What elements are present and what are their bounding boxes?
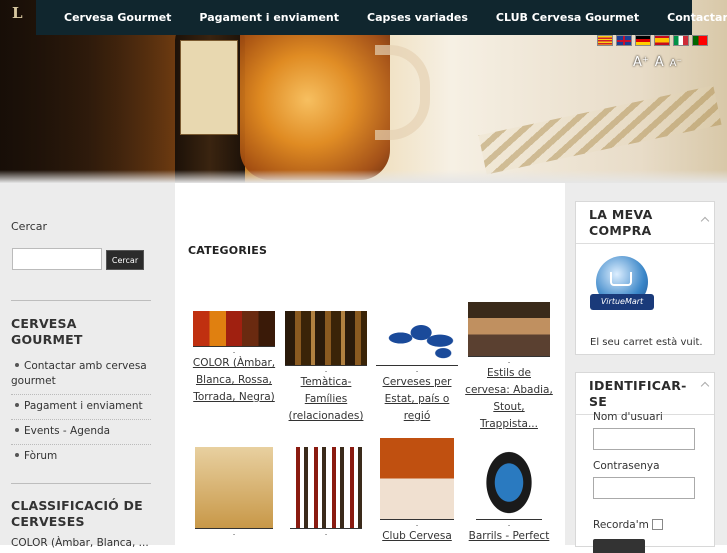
font-reset-button[interactable]: A [655, 55, 664, 70]
separator-dot: . [324, 528, 328, 537]
virtuemart-wordmark: VirtueMart [590, 294, 654, 310]
nav-capses-variades[interactable]: Capses variades [353, 11, 482, 24]
left-menu: Contactar amb cervesa gourmet Pagament i… [11, 355, 151, 469]
category-color[interactable]: . COLOR (Àmbar, Blanca, Rossa, Torrada, … [189, 311, 279, 406]
username-input[interactable] [593, 428, 695, 450]
category-estils[interactable]: . Estils de cervesa: Abadia, Stout, Trap… [464, 302, 554, 433]
flag-catalan-icon[interactable] [597, 35, 613, 46]
category-label[interactable]: COLOR (Àmbar, Blanca, Rossa, Torrada, Ne… [189, 355, 279, 406]
separator-dot: . [507, 356, 511, 365]
username-label: Nom d'usuari [593, 411, 663, 423]
nav-cervesa-gourmet[interactable]: Cervesa Gourmet [36, 11, 185, 24]
right-sidebar: LA MEVA COMPRA VirtueMart El seu carret … [565, 183, 727, 553]
menu-item-contactar[interactable]: Contactar amb cervesa gourmet [11, 355, 151, 395]
banner-beer-glass-image [240, 20, 390, 180]
category-label[interactable]: Temàtica-Famílies (relacionades) [281, 374, 371, 425]
flag-portugal-icon[interactable] [692, 35, 708, 46]
module-title-classificacio: CLASSIFICACIÓ DE CERVESES [11, 498, 143, 529]
remember-checkbox[interactable] [652, 519, 663, 530]
category-label[interactable]: Club Cervesa [372, 528, 462, 545]
font-increase-button[interactable]: A⁺ [633, 55, 649, 70]
banner-wheat-image [478, 85, 722, 175]
cart-icon [610, 272, 632, 286]
category-estat-pais[interactable]: . Cerveses per Estat, país o regió [372, 311, 462, 425]
bullet-icon [15, 453, 19, 457]
beer-keg-image [476, 438, 542, 520]
categories-heading: CATEGORIES [188, 244, 268, 257]
bullet-icon [15, 363, 19, 367]
menu-item-label: Events - Agenda [24, 425, 111, 437]
menu-item-events[interactable]: Events - Agenda [11, 420, 151, 445]
classification-first-item[interactable]: COLOR (Àmbar, Blanca, ... [11, 537, 149, 549]
flag-germany-icon[interactable] [635, 35, 651, 46]
beer-colors-image [193, 311, 275, 347]
category-label[interactable]: Barrils - Perfect [464, 528, 554, 545]
divider [11, 483, 151, 484]
chevron-collapse-icon[interactable] [700, 216, 710, 226]
brand-logo[interactable]: L [12, 4, 23, 22]
gift-box-image [195, 447, 273, 529]
separator-dot: . [507, 519, 511, 528]
category-bottle-lineup[interactable]: . [281, 447, 371, 537]
nav-contactar[interactable]: Contactar [653, 11, 727, 24]
banner-glass-handle [375, 45, 430, 140]
login-module: IDENTIFICAR-SE Nom d'usuari Contrasenya … [575, 372, 715, 553]
cart-module: LA MEVA COMPRA VirtueMart El seu carret … [575, 201, 715, 355]
separator-dot: . [232, 346, 236, 355]
top-navigation: Cervesa Gourmet Pagament i enviament Cap… [36, 0, 727, 35]
divider [11, 300, 151, 301]
bottle-lineup-image [290, 447, 362, 529]
club-pack-image [380, 438, 454, 520]
font-size-controls: A⁺ A A⁻ [633, 55, 682, 70]
category-label[interactable]: Estils de cervesa: Abadia, Stout, Trappi… [464, 365, 554, 433]
cart-title-text: LA MEVA COMPRA [589, 207, 653, 238]
world-map-image [376, 311, 458, 366]
separator-dot: . [324, 365, 328, 374]
beer-bottles-image [285, 311, 367, 366]
font-decrease-button[interactable]: A⁻ [670, 58, 682, 69]
flag-uk-icon[interactable] [616, 35, 632, 46]
flag-spain-icon[interactable] [654, 35, 670, 46]
login-title: IDENTIFICAR-SE [576, 373, 714, 415]
login-title-text: IDENTIFICAR-SE [589, 378, 687, 409]
banner-bottle-label [180, 40, 238, 135]
category-gift-boxes[interactable]: . [189, 447, 279, 537]
login-button[interactable] [593, 539, 645, 553]
cart-title: LA MEVA COMPRA [576, 202, 714, 244]
main-content: CATEGORIES . COLOR (Àmbar, Blanca, Rossa… [175, 183, 565, 545]
password-input[interactable] [593, 477, 695, 499]
search-input[interactable] [12, 248, 102, 270]
category-club[interactable]: . Club Cervesa [372, 438, 462, 545]
remember-label: Recorda'm [593, 519, 649, 531]
menu-item-label: Pagament i enviament [24, 400, 143, 412]
cart-empty-text: El seu carret està vuit. [590, 337, 703, 348]
bullet-icon [15, 428, 19, 432]
bullet-icon [15, 403, 19, 407]
left-sidebar: Cercar Cercar CERVESA GOURMET Contactar … [0, 183, 175, 549]
separator-dot: . [232, 528, 236, 537]
language-switcher [597, 35, 708, 46]
nav-club-cervesa-gourmet[interactable]: CLUB Cervesa Gourmet [482, 11, 653, 24]
virtuemart-logo[interactable]: VirtueMart [590, 256, 654, 314]
category-barrils[interactable]: . Barrils - Perfect [464, 438, 554, 545]
search-title: Cercar [11, 220, 48, 233]
module-title-cervesa-gourmet: CERVESA GOURMET [11, 316, 83, 347]
chevron-collapse-icon[interactable] [700, 381, 710, 391]
bar-taps-image [468, 302, 550, 357]
category-label[interactable]: Cerveses per Estat, país o regió [372, 374, 462, 425]
menu-item-forum[interactable]: Fòrum [11, 445, 151, 469]
menu-item-label: Fòrum [24, 450, 58, 462]
flag-italy-icon[interactable] [673, 35, 689, 46]
banner-fade [0, 170, 727, 183]
password-label: Contrasenya [593, 460, 660, 472]
nav-pagament-enviament[interactable]: Pagament i enviament [185, 11, 353, 24]
menu-item-label: Contactar amb cervesa gourmet [11, 360, 147, 387]
category-tematica[interactable]: . Temàtica-Famílies (relacionades) [281, 311, 371, 425]
separator-dot: . [415, 519, 419, 528]
search-button[interactable]: Cercar [106, 250, 144, 270]
separator-dot: . [415, 365, 419, 374]
menu-item-pagament[interactable]: Pagament i enviament [11, 395, 151, 420]
